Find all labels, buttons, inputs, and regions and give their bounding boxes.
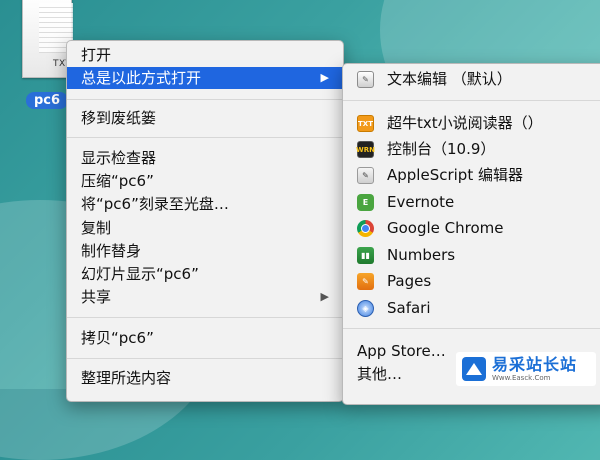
submenu-item-applescript[interactable]: ✎ AppleScript 编辑器 (343, 164, 600, 186)
submenu-item-safari[interactable]: ◈ Safari (343, 297, 600, 319)
menu-item-label: 复制 (81, 219, 112, 237)
submenu-item-label: Safari (387, 299, 431, 317)
menu-item-label: 共享 (81, 288, 112, 306)
menu-separator (343, 328, 600, 329)
context-menu: 打开 总是以此方式打开 ▶ 移到废纸篓 显示检查器 压缩“pc6” 将“pc6”刻… (66, 40, 344, 402)
menu-item-burn-to-disc[interactable]: 将“pc6”刻录至光盘… (67, 193, 343, 215)
submenu-item-label: Google Chrome (387, 219, 504, 237)
submenu-item-label: 文本编辑 （默认） (387, 70, 512, 88)
applescript-icon: ✎ (357, 167, 374, 184)
menu-separator (67, 317, 343, 318)
submenu-item-label: 控制台（10.9） (387, 140, 496, 158)
watermark: 易采站长站 Www.Easck.Com (456, 352, 596, 386)
submenu-arrow-icon: ▶ (320, 290, 329, 303)
safari-icon: ◈ (357, 300, 374, 317)
menu-item-label: 总是以此方式打开 (81, 69, 202, 87)
submenu-item-label: AppleScript 编辑器 (387, 166, 523, 184)
submenu-item-label: 超牛txt小说阅读器（） (387, 114, 543, 132)
menu-item-label: 压缩“pc6” (81, 172, 154, 190)
menu-separator (343, 100, 600, 101)
menu-item-duplicate[interactable]: 复制 (67, 217, 343, 239)
txt-reader-icon: TXT (357, 115, 374, 132)
submenu-item-label: Numbers (387, 246, 456, 264)
evernote-icon: E (357, 194, 374, 211)
watermark-title: 易采站长站 (492, 354, 578, 374)
watermark-subtitle: Www.Easck.Com (492, 373, 551, 382)
menu-separator (67, 358, 343, 359)
submenu-item-label: App Store… (357, 342, 446, 360)
menu-item-compress[interactable]: 压缩“pc6” (67, 170, 343, 192)
menu-item-label: 移到废纸篓 (81, 109, 157, 127)
console-icon: WRN (356, 141, 375, 158)
menu-item-share[interactable]: 共享 ▶ (67, 286, 343, 308)
pages-icon: ✎ (357, 273, 374, 290)
submenu-item-evernote[interactable]: E Evernote (343, 191, 600, 213)
watermark-logo-icon (462, 357, 486, 381)
menu-item-label: 幻灯片显示“pc6” (81, 265, 199, 283)
menu-item-always-open-with[interactable]: 总是以此方式打开 ▶ (67, 67, 343, 89)
submenu-item-label: Pages (387, 272, 432, 290)
textedit-icon: ✎ (357, 71, 374, 88)
submenu-item-console[interactable]: WRN 控制台（10.9） (343, 138, 600, 160)
menu-item-label: 显示检查器 (81, 149, 157, 167)
watermark-text: 易采站长站 Www.Easck.Com (492, 354, 578, 383)
submenu-item-label: Evernote (387, 193, 455, 211)
submenu-item-numbers[interactable]: ▮▮ Numbers (343, 244, 600, 266)
menu-item-label: 整理所选内容 (81, 369, 172, 387)
menu-item-label: 将“pc6”刻录至光盘… (81, 195, 229, 213)
menu-item-copy[interactable]: 拷贝“pc6” (67, 327, 343, 349)
submenu-arrow-icon: ▶ (320, 71, 329, 84)
chrome-icon (357, 220, 374, 237)
menu-item-label: 打开 (81, 46, 112, 64)
menu-item-open[interactable]: 打开 (67, 44, 343, 66)
menu-item-clean-up-selection[interactable]: 整理所选内容 (67, 367, 343, 389)
file-name-label[interactable]: pc6 (26, 92, 69, 109)
submenu-item-textedit[interactable]: ✎ 文本编辑 （默认） (343, 68, 600, 90)
numbers-icon: ▮▮ (357, 247, 374, 264)
submenu-item-label: 其他… (357, 365, 403, 383)
menu-item-move-to-trash[interactable]: 移到废纸篓 (67, 107, 343, 129)
menu-separator (67, 137, 343, 138)
file-sheet: TXT (22, 0, 73, 78)
submenu-item-txt-reader[interactable]: TXT 超牛txt小说阅读器（） (343, 112, 600, 134)
menu-item-slideshow[interactable]: 幻灯片显示“pc6” (67, 263, 343, 285)
menu-item-make-alias[interactable]: 制作替身 (67, 240, 343, 262)
submenu-item-chrome[interactable]: Google Chrome (343, 217, 600, 239)
menu-separator (67, 99, 343, 100)
menu-item-label: 拷贝“pc6” (81, 329, 154, 347)
submenu-item-pages[interactable]: ✎ Pages (343, 270, 600, 292)
menu-item-show-inspector[interactable]: 显示检查器 (67, 147, 343, 169)
menu-item-label: 制作替身 (81, 242, 142, 260)
